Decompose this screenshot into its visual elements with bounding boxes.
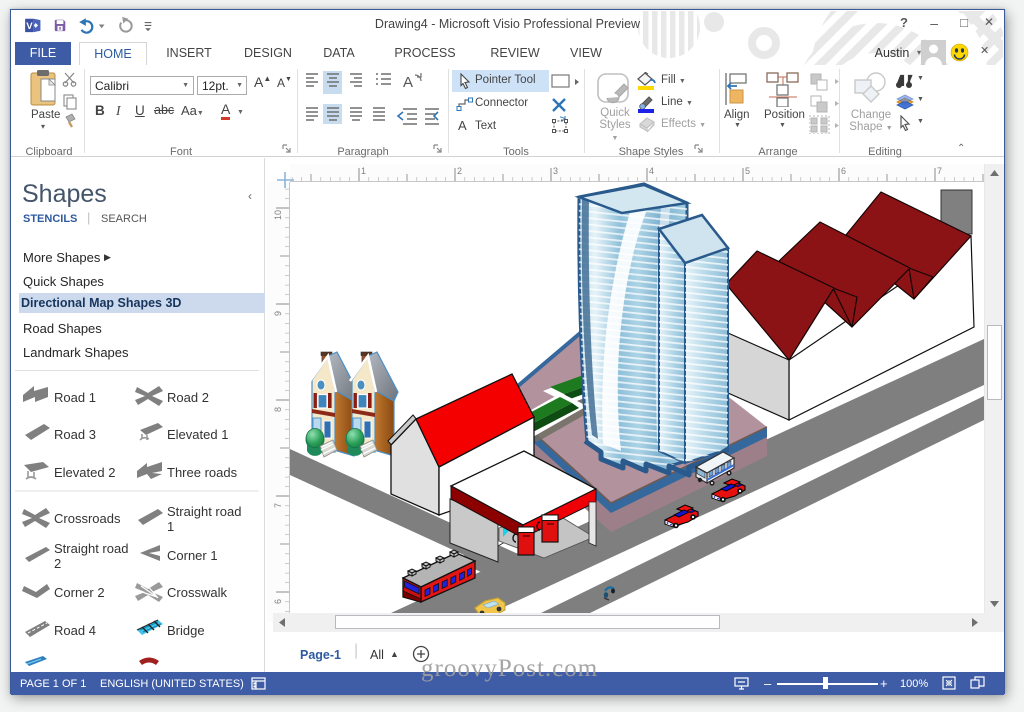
svg-text:3: 3: [553, 166, 558, 176]
svg-text:1: 1: [167, 519, 174, 534]
svg-text:1: 1: [361, 166, 366, 176]
svg-text:8: 8: [273, 407, 283, 412]
svg-text:4: 4: [649, 166, 654, 176]
svg-text:6: 6: [273, 599, 283, 604]
svg-text:2: 2: [54, 556, 61, 571]
svg-text:Straight road: Straight road: [54, 541, 128, 556]
svg-text:7: 7: [937, 166, 942, 176]
svg-text:5: 5: [745, 166, 750, 176]
svg-text:9: 9: [273, 311, 283, 316]
svg-text:Elevated 2: Elevated 2: [54, 465, 115, 480]
svg-text:2: 2: [457, 166, 462, 176]
svg-text:Corner 2: Corner 2: [54, 585, 105, 600]
svg-text:V: V: [26, 21, 33, 32]
svg-text:Straight road: Straight road: [167, 504, 241, 519]
svg-text:Road 2: Road 2: [167, 390, 209, 405]
svg-text:Crossroads: Crossroads: [54, 511, 121, 526]
svg-text:Three roads: Three roads: [167, 465, 238, 480]
svg-text:6: 6: [841, 166, 846, 176]
svg-text:7: 7: [273, 503, 283, 508]
svg-text:Road 4: Road 4: [54, 623, 96, 638]
svg-text:Crosswalk: Crosswalk: [167, 585, 227, 600]
svg-text:Road 1: Road 1: [54, 390, 96, 405]
svg-text:Bridge: Bridge: [167, 623, 205, 638]
svg-text:Elevated 1: Elevated 1: [167, 427, 228, 442]
svg-text:Corner 1: Corner 1: [167, 548, 218, 563]
svg-text:Road 3: Road 3: [54, 427, 96, 442]
svg-text:A: A: [403, 74, 413, 91]
svg-text:10: 10: [273, 210, 283, 220]
